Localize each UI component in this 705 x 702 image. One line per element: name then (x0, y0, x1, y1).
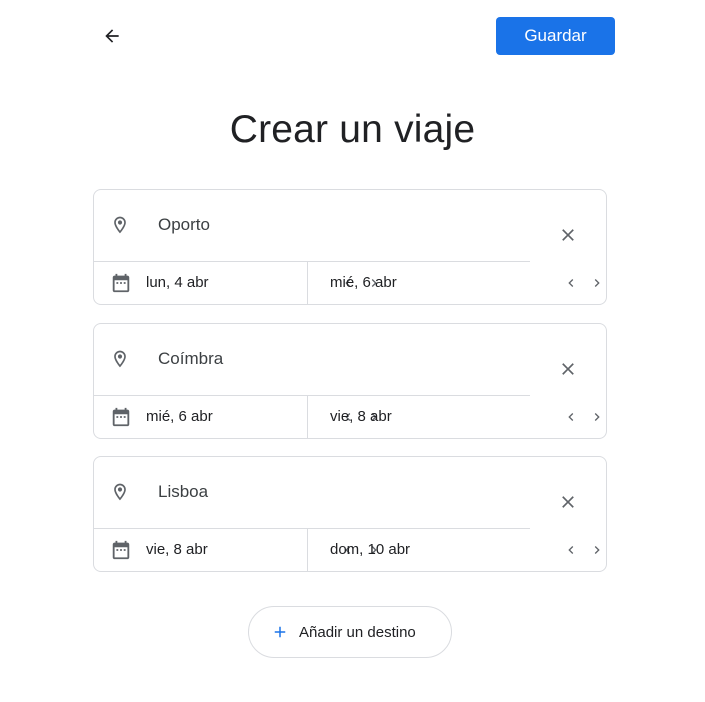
end-date-prev-button[interactable] (562, 408, 580, 426)
calendar-icon (112, 273, 130, 293)
end-date-prev-button[interactable] (562, 274, 580, 292)
map-pin-icon (114, 350, 126, 368)
chevron-right-icon (594, 279, 600, 287)
calendar-icon (112, 540, 130, 560)
chevron-left-icon (568, 413, 574, 421)
chevron-left-icon (568, 279, 574, 287)
start-date[interactable]: vie, 8 abr (146, 541, 208, 558)
remove-destination-button[interactable] (556, 223, 580, 247)
date-range: mié, 6 abr vie, 8 abr (94, 396, 600, 439)
map-pin-icon (114, 216, 126, 234)
destination-card: Coímbra mié, 6 abr vie, 8 abr (93, 323, 607, 439)
destination-name: Coímbra (158, 349, 224, 368)
date-divider (307, 396, 308, 439)
destination-card: Lisboa vie, 8 abr dom, 10 abr (93, 456, 607, 572)
page-title: Crear un viaje (229, 108, 476, 151)
date-divider (307, 529, 308, 572)
chevron-left-icon (568, 546, 574, 554)
date-divider (307, 262, 308, 305)
save-button[interactable]: Guardar (496, 17, 615, 55)
destination-field[interactable]: Oporto (94, 190, 530, 262)
arrow-left-icon (105, 29, 119, 43)
start-date[interactable]: lun, 4 abr (146, 274, 209, 291)
back-button[interactable] (96, 20, 128, 52)
add-destination-button[interactable]: Añadir un destino (248, 606, 452, 658)
end-date-next-button[interactable] (588, 274, 606, 292)
destination-card: Oporto lun, 4 abr mié, 6 abr (93, 189, 607, 305)
end-date[interactable]: dom, 10 abr (330, 541, 410, 558)
end-date[interactable]: vie, 8 abr (330, 408, 392, 425)
add-destination-label: Añadir un destino (299, 624, 416, 641)
date-range: vie, 8 abr dom, 10 abr (94, 529, 600, 572)
calendar-icon (112, 407, 130, 427)
end-date-next-button[interactable] (588, 541, 606, 559)
close-icon (562, 229, 574, 241)
end-date-prev-button[interactable] (562, 541, 580, 559)
destination-field[interactable]: Coímbra (94, 324, 530, 396)
destination-name: Oporto (158, 215, 210, 234)
destination-field[interactable]: Lisboa (94, 457, 530, 529)
start-date[interactable]: mié, 6 abr (146, 408, 213, 425)
plus-icon (274, 626, 286, 638)
date-range: lun, 4 abr mié, 6 abr (94, 262, 600, 305)
end-date[interactable]: mié, 6 abr (330, 274, 397, 291)
end-date-next-button[interactable] (588, 408, 606, 426)
destination-name: Lisboa (158, 482, 209, 501)
close-icon (562, 363, 574, 375)
remove-destination-button[interactable] (556, 490, 580, 514)
map-pin-icon (114, 483, 126, 501)
chevron-right-icon (594, 413, 600, 421)
chevron-right-icon (594, 546, 600, 554)
close-icon (562, 496, 574, 508)
remove-destination-button[interactable] (556, 357, 580, 381)
